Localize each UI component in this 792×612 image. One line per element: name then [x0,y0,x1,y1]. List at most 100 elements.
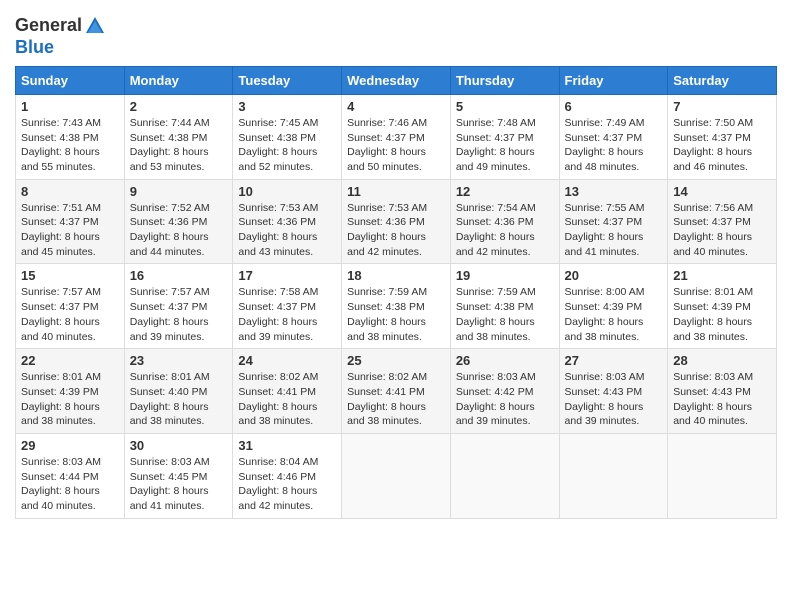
cell-content: Sunrise: 7:52 AMSunset: 4:36 PMDaylight:… [130,202,210,258]
calendar-cell: 14 Sunrise: 7:56 AMSunset: 4:37 PMDayligh… [668,179,777,264]
cell-content: Sunrise: 8:01 AMSunset: 4:39 PMDaylight:… [673,286,753,342]
calendar-cell: 19 Sunrise: 7:59 AMSunset: 4:38 PMDayligh… [450,264,559,349]
day-number: 31 [238,438,336,453]
calendar-cell: 12Sunrise: 7:54 AMSunset: 4:36 PMDayligh… [450,179,559,264]
weekday-thursday: Thursday [450,66,559,94]
cell-content: Sunrise: 7:56 AMSunset: 4:37 PMDaylight:… [673,202,753,258]
cell-content: Sunrise: 7:59 AMSunset: 4:38 PMDaylight:… [456,286,536,342]
calendar-cell: 31 Sunrise: 8:04 AMSunset: 4:46 PMDayligh… [233,433,342,518]
weekday-monday: Monday [124,66,233,94]
day-number: 1 [21,99,119,114]
cell-content: Sunrise: 8:04 AMSunset: 4:46 PMDaylight:… [238,456,318,512]
day-number: 23 [130,353,228,368]
cell-content: Sunrise: 7:49 AMSunset: 4:37 PMDaylight:… [565,117,645,173]
cell-content: Sunrise: 8:03 AMSunset: 4:42 PMDaylight:… [456,371,536,427]
weekday-saturday: Saturday [668,66,777,94]
cell-content: Sunrise: 7:59 AMSunset: 4:38 PMDaylight:… [347,286,427,342]
day-number: 29 [21,438,119,453]
calendar-cell: 11 Sunrise: 7:53 AMSunset: 4:36 PMDayligh… [342,179,451,264]
cell-content: Sunrise: 7:53 AMSunset: 4:36 PMDaylight:… [347,202,427,258]
logo-text: General Blue [15,15,106,58]
day-number: 5 [456,99,554,114]
calendar-cell: 30 Sunrise: 8:03 AMSunset: 4:45 PMDayligh… [124,433,233,518]
day-number: 20 [565,268,663,283]
cell-content: Sunrise: 7:53 AMSunset: 4:36 PMDaylight:… [238,202,318,258]
weekday-tuesday: Tuesday [233,66,342,94]
calendar-cell: 6 Sunrise: 7:49 AMSunset: 4:37 PMDaylight… [559,94,668,179]
calendar-cell: 15 Sunrise: 7:57 AMSunset: 4:37 PMDayligh… [16,264,125,349]
calendar-cell: 22Sunrise: 8:01 AMSunset: 4:39 PMDayligh… [16,349,125,434]
calendar-cell: 27Sunrise: 8:03 AMSunset: 4:43 PMDayligh… [559,349,668,434]
logo-blue: Blue [15,37,106,58]
calendar-week-5: 29 Sunrise: 8:03 AMSunset: 4:44 PMDayligh… [16,433,777,518]
day-number: 11 [347,184,445,199]
calendar-cell: 24 Sunrise: 8:02 AMSunset: 4:41 PMDayligh… [233,349,342,434]
day-number: 7 [673,99,771,114]
day-number: 14 [673,184,771,199]
day-number: 17 [238,268,336,283]
day-number: 12 [456,184,554,199]
calendar-cell: 2 Sunrise: 7:44 AMSunset: 4:38 PMDaylight… [124,94,233,179]
calendar-cell: 20 Sunrise: 8:00 AMSunset: 4:39 PMDayligh… [559,264,668,349]
logo: General Blue [15,15,106,58]
cell-content: Sunrise: 8:02 AMSunset: 4:41 PMDaylight:… [238,371,318,427]
cell-content: Sunrise: 7:57 AMSunset: 4:37 PMDaylight:… [21,286,101,342]
day-number: 15 [21,268,119,283]
main-container: General Blue SundayMondayTuesdayWednesda… [0,0,792,529]
day-number: 13 [565,184,663,199]
cell-content: Sunrise: 7:45 AMSunset: 4:38 PMDaylight:… [238,117,318,173]
cell-content: Sunrise: 7:55 AMSunset: 4:37 PMDaylight:… [565,202,645,258]
day-number: 21 [673,268,771,283]
day-number: 18 [347,268,445,283]
day-number: 3 [238,99,336,114]
calendar-cell: 25 Sunrise: 8:02 AMSunset: 4:41 PMDayligh… [342,349,451,434]
cell-content: Sunrise: 7:50 AMSunset: 4:37 PMDaylight:… [673,117,753,173]
cell-content: Sunrise: 8:03 AMSunset: 4:43 PMDaylight:… [673,371,753,427]
day-number: 2 [130,99,228,114]
calendar-cell [559,433,668,518]
calendar-week-1: 1 Sunrise: 7:43 AMSunset: 4:38 PMDaylight… [16,94,777,179]
cell-content: Sunrise: 8:02 AMSunset: 4:41 PMDaylight:… [347,371,427,427]
day-number: 25 [347,353,445,368]
calendar-cell: 8Sunrise: 7:51 AMSunset: 4:37 PMDaylight… [16,179,125,264]
weekday-friday: Friday [559,66,668,94]
cell-content: Sunrise: 8:00 AMSunset: 4:39 PMDaylight:… [565,286,645,342]
cell-content: Sunrise: 7:48 AMSunset: 4:37 PMDaylight:… [456,117,536,173]
calendar-cell: 23 Sunrise: 8:01 AMSunset: 4:40 PMDayligh… [124,349,233,434]
calendar-cell: 5 Sunrise: 7:48 AMSunset: 4:37 PMDaylight… [450,94,559,179]
cell-content: Sunrise: 8:01 AMSunset: 4:40 PMDaylight:… [130,371,210,427]
calendar-cell: 1 Sunrise: 7:43 AMSunset: 4:38 PMDaylight… [16,94,125,179]
day-number: 19 [456,268,554,283]
cell-content: Sunrise: 8:03 AMSunset: 4:43 PMDaylight:… [565,371,645,427]
weekday-header-row: SundayMondayTuesdayWednesdayThursdayFrid… [16,66,777,94]
cell-content: Sunrise: 7:51 AMSunset: 4:37 PMDaylight:… [21,202,101,258]
day-number: 6 [565,99,663,114]
day-number: 30 [130,438,228,453]
cell-content: Sunrise: 7:43 AMSunset: 4:38 PMDaylight:… [21,117,101,173]
cell-content: Sunrise: 7:46 AMSunset: 4:37 PMDaylight:… [347,117,427,173]
calendar-cell [450,433,559,518]
calendar-cell: 9 Sunrise: 7:52 AMSunset: 4:36 PMDaylight… [124,179,233,264]
calendar-cell: 7 Sunrise: 7:50 AMSunset: 4:37 PMDaylight… [668,94,777,179]
calendar-cell: 28Sunrise: 8:03 AMSunset: 4:43 PMDayligh… [668,349,777,434]
day-number: 9 [130,184,228,199]
weekday-wednesday: Wednesday [342,66,451,94]
calendar-cell [342,433,451,518]
cell-content: Sunrise: 7:58 AMSunset: 4:37 PMDaylight:… [238,286,318,342]
calendar-cell: 3 Sunrise: 7:45 AMSunset: 4:38 PMDaylight… [233,94,342,179]
cell-content: Sunrise: 7:57 AMSunset: 4:37 PMDaylight:… [130,286,210,342]
header: General Blue [15,10,777,58]
calendar-cell [668,433,777,518]
day-number: 24 [238,353,336,368]
day-number: 16 [130,268,228,283]
calendar-cell: 29 Sunrise: 8:03 AMSunset: 4:44 PMDayligh… [16,433,125,518]
day-number: 10 [238,184,336,199]
cell-content: Sunrise: 8:03 AMSunset: 4:44 PMDaylight:… [21,456,101,512]
calendar-cell: 10 Sunrise: 7:53 AMSunset: 4:36 PMDayligh… [233,179,342,264]
weekday-sunday: Sunday [16,66,125,94]
cell-content: Sunrise: 8:03 AMSunset: 4:45 PMDaylight:… [130,456,210,512]
calendar-week-4: 22Sunrise: 8:01 AMSunset: 4:39 PMDayligh… [16,349,777,434]
day-number: 22 [21,353,119,368]
cell-content: Sunrise: 7:44 AMSunset: 4:38 PMDaylight:… [130,117,210,173]
calendar-table: SundayMondayTuesdayWednesdayThursdayFrid… [15,66,777,519]
